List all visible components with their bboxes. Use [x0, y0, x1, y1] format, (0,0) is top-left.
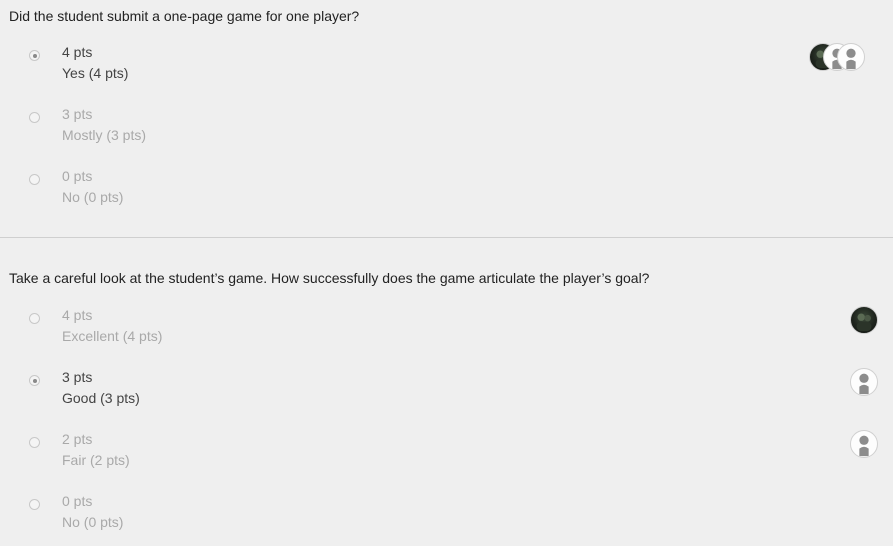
q2-option-3pts[interactable]: 3 pts Good (3 pts)	[0, 369, 893, 419]
q1-option-4pts[interactable]: 4 pts Yes (4 pts)	[0, 44, 893, 94]
q2-option-2pts[interactable]: 2 pts Fair (2 pts)	[0, 431, 893, 481]
grader-avatar-good	[850, 368, 878, 396]
default-avatar-icon	[850, 368, 878, 396]
option-label: Good (3 pts)	[62, 390, 140, 406]
section-divider	[0, 237, 893, 238]
question-1-prompt: Did the student submit a one-page game f…	[9, 8, 360, 24]
q1-option-0pts[interactable]: 0 pts No (0 pts)	[0, 168, 893, 218]
radio-button-checked[interactable]	[29, 375, 40, 386]
radio-button-checked[interactable]	[29, 50, 40, 61]
radio-button[interactable]	[29, 499, 40, 510]
option-points: 3 pts	[62, 369, 93, 385]
q2-option-0pts[interactable]: 0 pts No (0 pts)	[0, 493, 893, 543]
option-points: 4 pts	[62, 44, 93, 60]
radio-button[interactable]	[29, 313, 40, 324]
grader-avatar-fair	[850, 430, 878, 458]
radio-button[interactable]	[29, 437, 40, 448]
q1-option-3pts[interactable]: 3 pts Mostly (3 pts)	[0, 106, 893, 156]
default-avatar-icon	[850, 430, 878, 458]
option-points: 4 pts	[62, 307, 93, 323]
option-points: 3 pts	[62, 106, 93, 122]
option-points: 2 pts	[62, 431, 93, 447]
option-points: 0 pts	[62, 168, 93, 184]
radio-button[interactable]	[29, 112, 40, 123]
option-label: Fair (2 pts)	[62, 452, 130, 468]
option-label: Excellent (4 pts)	[62, 328, 163, 344]
option-points: 0 pts	[62, 493, 93, 509]
option-label: No (0 pts)	[62, 514, 124, 530]
radio-button[interactable]	[29, 174, 40, 185]
photo-avatar	[850, 306, 878, 334]
option-label: Yes (4 pts)	[62, 65, 129, 81]
grader-avatar-excellent	[850, 306, 878, 334]
option-label: No (0 pts)	[62, 189, 124, 205]
default-avatar-icon	[837, 43, 865, 71]
option-label: Mostly (3 pts)	[62, 127, 147, 143]
grader-avatar-stack	[809, 43, 865, 71]
question-2-prompt: Take a careful look at the student’s gam…	[9, 270, 650, 286]
q2-option-4pts[interactable]: 4 pts Excellent (4 pts)	[0, 307, 893, 357]
